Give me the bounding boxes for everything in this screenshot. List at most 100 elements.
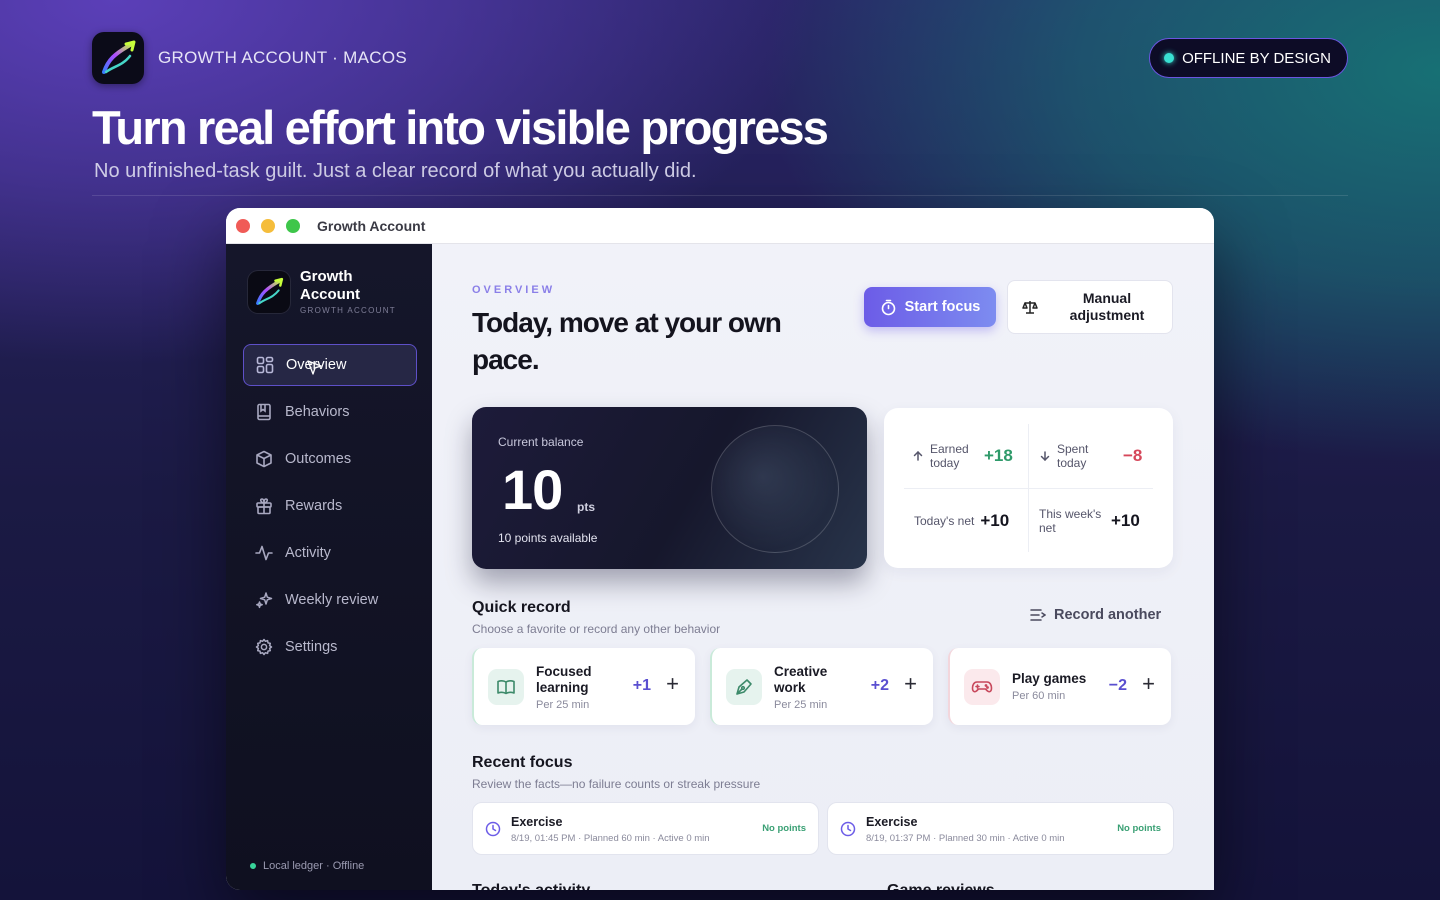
pen-icon <box>726 669 762 705</box>
sparkles-icon <box>256 592 273 609</box>
todays-net-label: Today's net <box>914 514 975 528</box>
arrow-up-icon <box>913 450 923 461</box>
earned-today: Earned today +18 <box>912 442 1013 470</box>
sidebar-item-outcomes[interactable]: Outcomes <box>243 438 417 480</box>
close-window-button[interactable] <box>236 218 250 233</box>
quick-record-per: Per 25 min <box>774 699 828 711</box>
gift-icon <box>256 498 272 515</box>
brand-label: GROWTH ACCOUNT · MACOS <box>158 48 408 67</box>
manual-adjustment-label: Manual adjustment <box>1069 290 1145 323</box>
quick-record-points: +2 <box>870 677 889 694</box>
todays-net: Today's net +10 <box>914 511 1009 531</box>
app-logo-icon <box>92 32 144 84</box>
sidebar-footer: Local ledger · Offline <box>250 860 364 872</box>
balance-unit: pts <box>577 500 595 514</box>
quick-record-card[interactable]: Focused learning Per 25 min +1 + <box>472 648 695 725</box>
sidebar-footer-label: Local ledger · Offline <box>263 860 365 872</box>
quick-record-name: Play games <box>1012 671 1087 686</box>
recent-focus-name: Exercise <box>511 815 563 829</box>
balance-card: Current balance 10 pts 10 points availab… <box>472 407 867 569</box>
app-window: Growth Account Growth Account GROWTH ACC… <box>226 208 1214 890</box>
sidebar-item-activity[interactable]: Activity <box>243 532 417 574</box>
sidebar-item-settings[interactable]: Settings <box>243 626 417 668</box>
earned-label: Earned today <box>930 442 969 470</box>
sidebar-logo-icon <box>248 270 290 313</box>
arrow-down-icon <box>1040 451 1050 462</box>
sidebar-item-label: Settings <box>285 639 338 655</box>
stats-card: Earned today +18 Spent today −8 Today's … <box>884 408 1173 568</box>
record-another-button[interactable]: Record another <box>1030 607 1161 623</box>
recent-focus-item[interactable]: Exercise 8/19, 01:37 PM · Planned 30 min… <box>827 802 1174 855</box>
recent-focus-detail: 8/19, 01:37 PM · Planned 30 min · Active… <box>866 833 1065 844</box>
page-title: Today, move at your own pace. <box>472 307 782 375</box>
spent-today: Spent today −8 <box>1039 442 1142 470</box>
game-reviews-title: Game reviews <box>887 882 995 890</box>
start-focus-label: Start focus <box>904 299 981 315</box>
cursor-icon <box>307 360 323 375</box>
add-record-button[interactable]: + <box>1142 673 1155 695</box>
sidebar: Growth Account GROWTH ACCOUNT Overview B… <box>226 244 432 890</box>
quick-record-points: +1 <box>632 677 651 694</box>
list-add-icon <box>1030 609 1046 621</box>
sidebar-item-weekly-review[interactable]: Weekly review <box>243 579 417 621</box>
timer-icon <box>881 299 895 315</box>
sidebar-nav: Overview Behaviors Outcomes Rewards Acti… <box>243 344 417 673</box>
week-net-label: This week's net <box>1039 507 1102 535</box>
sidebar-brand: Growth Account GROWTH ACCOUNT <box>248 268 396 315</box>
recent-focus-status: No points <box>762 823 806 834</box>
clock-icon <box>840 821 856 837</box>
gear-icon <box>255 638 273 656</box>
sidebar-item-label: Activity <box>285 545 331 561</box>
sidebar-item-label: Behaviors <box>285 404 350 420</box>
recent-focus-item[interactable]: Exercise 8/19, 01:45 PM · Planned 60 min… <box>472 802 819 855</box>
sidebar-app-name: Growth Account <box>300 268 360 303</box>
balance-available: 10 points available <box>498 531 598 545</box>
week-net-value: +10 <box>1111 511 1140 530</box>
divider <box>92 195 1348 196</box>
sidebar-app-sub: GROWTH ACCOUNT <box>300 306 396 315</box>
recent-focus-subtitle: Review the facts—no failure counts or st… <box>472 777 761 791</box>
grid-icon <box>256 356 274 374</box>
quick-record-card[interactable]: Play games Per 60 min −2 + <box>948 648 1171 725</box>
recent-focus-name: Exercise <box>866 815 918 829</box>
gamepad-icon <box>964 669 1000 705</box>
quick-record-per: Per 25 min <box>536 699 590 711</box>
offline-badge-label: OFFLINE BY DESIGN <box>1182 49 1331 67</box>
quick-record-title: Quick record <box>472 599 571 616</box>
todays-activity-title: Today's activity <box>472 882 590 890</box>
balance-value: 10 <box>502 458 563 521</box>
quick-record-name: Creative work <box>774 664 828 695</box>
start-focus-button[interactable]: Start focus <box>864 287 996 327</box>
scale-icon <box>1022 301 1038 314</box>
quick-record-name: Focused learning <box>536 664 592 695</box>
balance-label: Current balance <box>498 435 584 449</box>
pulse-icon <box>255 545 273 561</box>
spent-label: Spent today <box>1057 442 1089 470</box>
main-content: OVERVIEW Today, move at your own pace. S… <box>432 244 1214 890</box>
online-dot <box>250 863 256 869</box>
add-record-button[interactable]: + <box>904 673 917 695</box>
sidebar-item-overview[interactable]: Overview <box>243 344 417 386</box>
manual-adjustment-button[interactable]: Manual adjustment <box>1007 280 1173 334</box>
window-titlebar[interactable]: Growth Account <box>226 208 1214 244</box>
earned-value: +18 <box>984 446 1013 465</box>
book-icon <box>257 403 271 421</box>
zoom-window-button[interactable] <box>286 218 300 233</box>
recent-focus-title: Recent focus <box>472 754 573 771</box>
spent-value: −8 <box>1123 446 1143 465</box>
subheadline: No unfinished-task guilt. Just a clear r… <box>94 160 697 182</box>
quick-record-per: Per 60 min <box>1012 690 1066 702</box>
sidebar-item-behaviors[interactable]: Behaviors <box>243 391 417 433</box>
recent-focus-detail: 8/19, 01:45 PM · Planned 60 min · Active… <box>511 833 710 844</box>
page-eyebrow: OVERVIEW <box>472 284 556 296</box>
quick-record-card[interactable]: Creative work Per 25 min +2 + <box>710 648 933 725</box>
sidebar-item-label: Rewards <box>285 498 343 514</box>
sidebar-item-rewards[interactable]: Rewards <box>243 485 417 527</box>
stats-divider-h <box>904 488 1153 489</box>
minimize-window-button[interactable] <box>261 218 275 233</box>
quick-record-points: −2 <box>1108 677 1127 694</box>
clock-icon <box>485 821 501 837</box>
sidebar-item-label: Weekly review <box>285 592 379 608</box>
add-record-button[interactable]: + <box>666 673 679 695</box>
recent-focus-status: No points <box>1117 823 1161 834</box>
